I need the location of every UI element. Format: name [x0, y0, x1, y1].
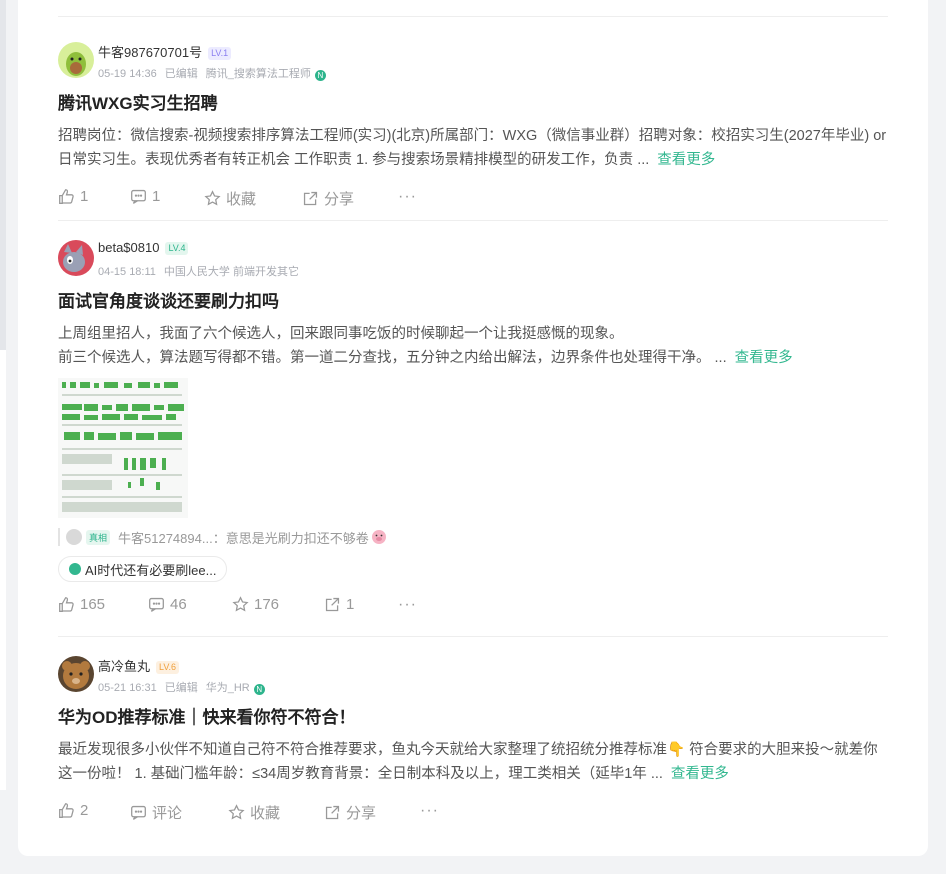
post-title[interactable]: 面试官角度谈谈还要刷力扣吗 — [58, 290, 888, 314]
top-comment[interactable]: 真相 牛客51274894... ：意思是光刷力扣还不够卷 — [58, 528, 888, 546]
affiliation: 腾讯_搜索算法工程师 — [205, 68, 311, 80]
avatar[interactable] — [58, 656, 94, 692]
post-date: 04-15 18:11 — [98, 266, 156, 278]
post-divider — [58, 220, 888, 221]
username[interactable]: beta$0810 LV.4 — [98, 240, 189, 255]
top-divider — [58, 16, 888, 17]
share-icon — [303, 191, 318, 206]
post-1[interactable]: 牛客987670701号 LV.1 05-19 14:36 已编辑 腾讯_搜索算法工程… — [58, 42, 888, 212]
affiliation: 华为_HR — [205, 682, 250, 694]
share-label: 分享 — [324, 191, 355, 208]
like-count: 2 — [80, 802, 89, 819]
comment-icon — [131, 805, 146, 820]
username-text[interactable]: 牛客987670701号 — [98, 45, 202, 60]
comment-count: 1 — [152, 188, 161, 205]
topic-label: AI时代还有必要刷lee... — [85, 562, 217, 578]
comment-tag: 真相 — [86, 529, 111, 545]
username[interactable]: 牛客987670701号 LV.1 — [98, 42, 232, 61]
comment-icon — [131, 189, 146, 204]
read-more-link[interactable]: 查看更多 — [735, 350, 793, 366]
comment-button[interactable]: 46 — [148, 596, 187, 613]
collect-button[interactable]: 176 — [232, 596, 279, 613]
share-count: 1 — [346, 596, 355, 613]
more-options-icon[interactable]: ··· — [398, 596, 417, 614]
collect-label: 收藏 — [250, 805, 281, 822]
post-meta: 04-15 18:11 中国人民大学 前端开发其它 — [98, 263, 307, 279]
verified-badge-icon: N — [253, 684, 265, 695]
like-button[interactable]: 1 — [58, 188, 88, 205]
username-text[interactable]: beta$0810 — [98, 240, 159, 255]
avatar[interactable] — [58, 42, 94, 78]
username[interactable]: 高冷鱼丸 LV.6 — [98, 656, 180, 675]
post-body[interactable]: 上周组里招人，我面了六个候选人，回来跟同事吃饭的时候聊起一个让我挺感慨的现象。 … — [58, 322, 888, 370]
left-panel-scroll — [0, 0, 6, 350]
left-panel-edge — [0, 0, 6, 790]
post-actions: 1 1 收藏 分享 ··· — [58, 188, 888, 212]
share-label: 分享 — [346, 805, 377, 822]
post-body[interactable]: 最近发现很多小伙伴不知道自己符不符合推荐要求，鱼丸今天就给大家整理了统招统分推荐… — [58, 738, 888, 786]
post-title[interactable]: 腾讯WXG实习生招聘 — [58, 92, 888, 116]
level-badge: LV.1 — [208, 47, 232, 60]
edited-label: 已编辑 — [164, 68, 198, 80]
post-body-line: 上周组里招人，我面了六个候选人，回来跟同事吃饭的时候聊起一个让我挺感慨的现象。 — [58, 326, 624, 342]
like-button[interactable]: 165 — [58, 596, 105, 613]
feed-card: 牛客987670701号 LV.1 05-19 14:36 已编辑 腾讯_搜索算法工程… — [18, 0, 928, 856]
post-title[interactable]: 华为OD推荐标准｜快来看你符不符合！ — [58, 706, 888, 730]
share-button[interactable]: 分享 — [302, 188, 354, 209]
level-badge: LV.4 — [165, 242, 189, 255]
collect-button[interactable]: 收藏 — [204, 188, 256, 209]
post-date: 05-21 16:31 — [98, 682, 157, 694]
commenter-name[interactable]: 牛客51274894... — [118, 528, 213, 547]
read-more-link[interactable]: 查看更多 — [657, 152, 715, 168]
comment-icon — [149, 597, 164, 612]
like-count: 165 — [80, 596, 106, 613]
thumbs-up-icon — [59, 803, 74, 818]
post-body[interactable]: 招聘岗位：微信搜索-视频搜索排序算法工程师(实习)(北京)所属部门：WXG（微信… — [58, 124, 888, 172]
commenter-avatar — [66, 529, 82, 545]
post-2[interactable]: beta$0810 LV.4 04-15 18:11 中国人民大学 前端开发其它 面… — [58, 240, 888, 620]
level-badge: LV.6 — [156, 661, 180, 674]
edited-label: 已编辑 — [164, 682, 198, 694]
comment-button[interactable]: 评论 — [130, 802, 182, 823]
post-3[interactable]: 高冷鱼丸 LV.6 05-21 16:31 已编辑 华为_HR N 华为OD推荐标准｜快… — [58, 656, 888, 826]
thumbs-up-icon — [59, 597, 74, 612]
pig-face-icon — [371, 530, 386, 544]
share-icon — [325, 805, 340, 820]
post-body-line: 前三个候选人，算法题写得都不错。第一道二分查找，五分钟之内给出解法，边界条件也处… — [58, 350, 727, 366]
more-options-icon[interactable]: ··· — [398, 188, 417, 206]
comment-label: 评论 — [152, 805, 183, 822]
affiliation: 中国人民大学 前端开发其它 — [163, 266, 299, 278]
comment-button[interactable]: 1 — [130, 188, 160, 205]
like-button[interactable]: 2 — [58, 802, 88, 819]
verified-badge-icon: N — [314, 70, 326, 81]
star-icon — [232, 596, 249, 612]
star-icon — [228, 804, 245, 820]
read-more-link[interactable]: 查看更多 — [671, 766, 729, 782]
share-button[interactable]: 分享 — [324, 802, 376, 823]
share-icon — [325, 597, 340, 612]
collect-label: 收藏 — [226, 191, 257, 208]
avatar[interactable] — [58, 240, 94, 276]
collect-button[interactable]: 收藏 — [228, 802, 280, 823]
post-actions: 2 评论 收藏 分享 ··· — [58, 802, 888, 826]
collect-count: 176 — [254, 596, 280, 613]
topic-tag[interactable]: AI时代还有必要刷lee... — [58, 556, 228, 582]
thumbs-up-icon — [59, 189, 74, 204]
post-meta: 05-21 16:31 已编辑 华为_HR N — [98, 679, 273, 695]
username-text[interactable]: 高冷鱼丸 — [98, 659, 150, 674]
share-button[interactable]: 1 — [324, 596, 354, 613]
comment-count: 46 — [170, 596, 187, 613]
post-divider — [58, 636, 888, 637]
post-actions: 165 46 176 1 ··· — [58, 596, 888, 620]
post-image-thumbnail[interactable] — [58, 378, 188, 518]
like-count: 1 — [80, 188, 89, 205]
comment-text: ：意思是光刷力扣还不够卷 — [212, 530, 369, 546]
more-options-icon[interactable]: ··· — [420, 802, 439, 820]
post-meta: 05-19 14:36 已编辑 腾讯_搜索算法工程师 N — [98, 65, 334, 81]
star-icon — [204, 190, 221, 206]
topic-icon — [69, 563, 81, 575]
post-date: 05-19 14:36 — [98, 68, 157, 80]
